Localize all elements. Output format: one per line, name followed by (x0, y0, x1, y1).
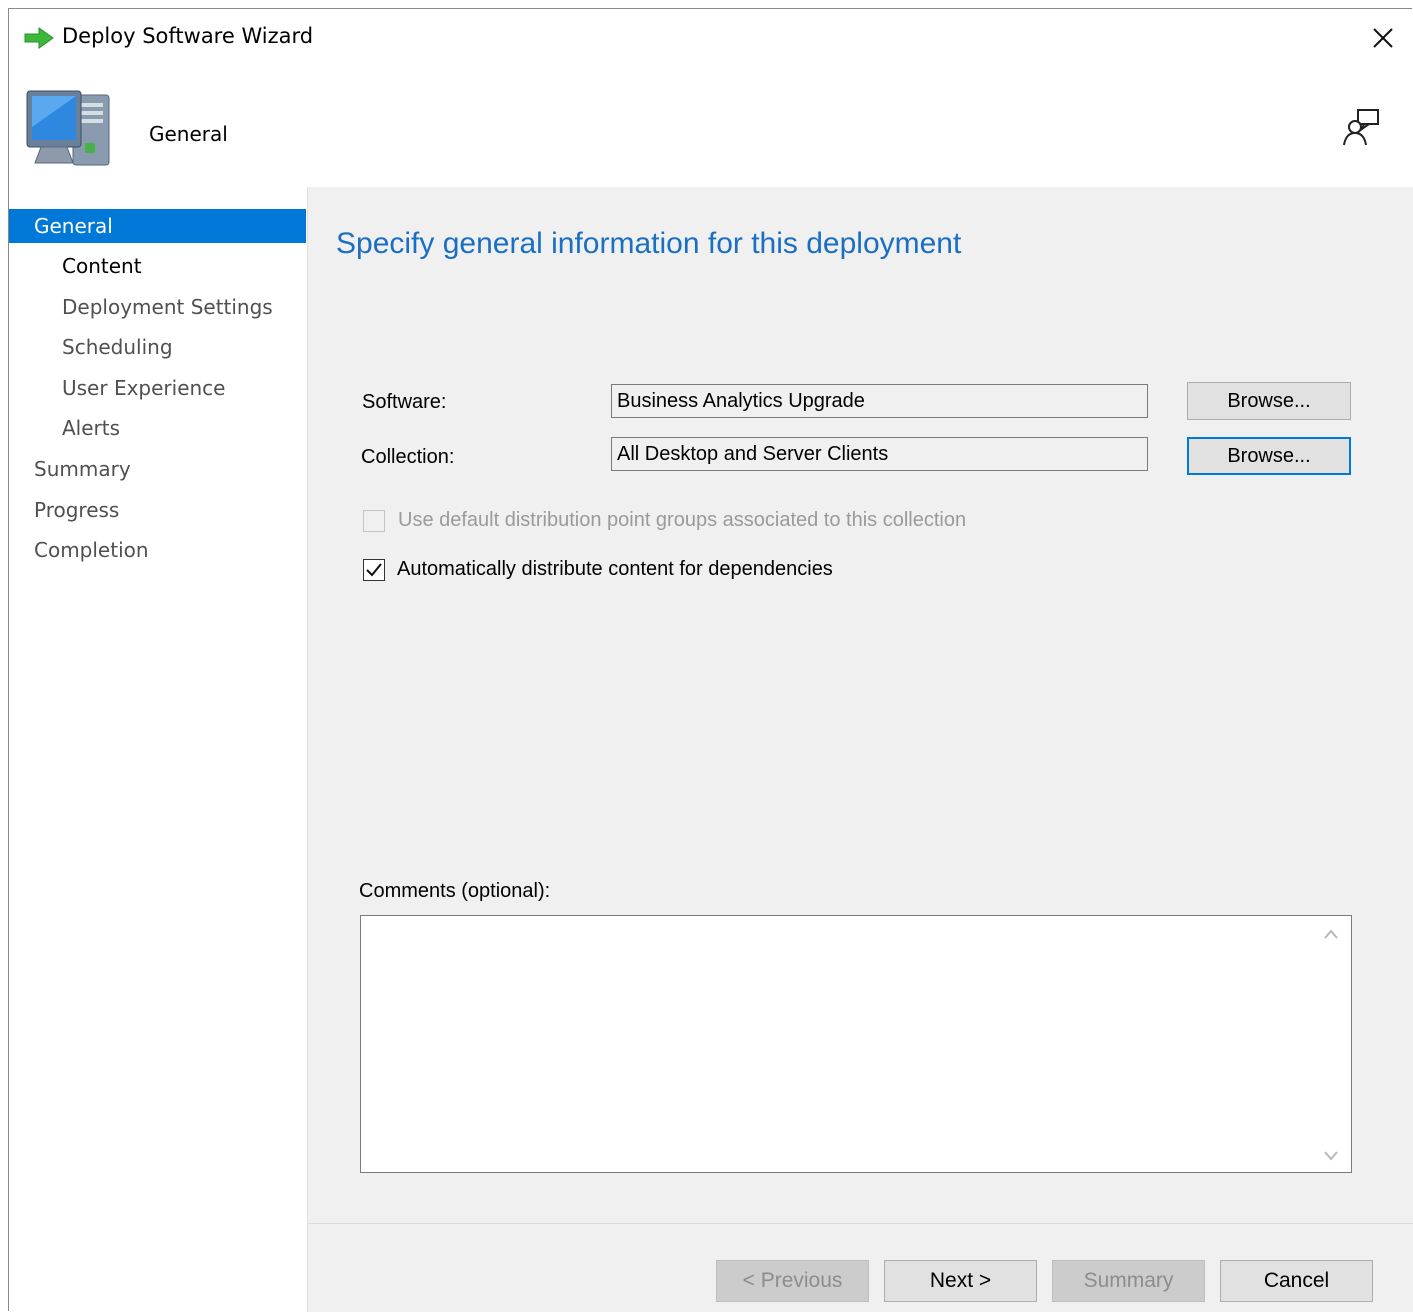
use-default-dp-checkbox (363, 510, 385, 532)
nav-item-label: Progress (34, 498, 120, 522)
wizard-header: General (9, 67, 1412, 187)
auto-distribute-checkbox[interactable] (363, 559, 385, 581)
nav-item-general[interactable]: General (9, 209, 306, 243)
software-browse-button[interactable]: Browse... (1187, 382, 1351, 420)
nav-item-label: User Experience (62, 376, 226, 400)
collection-field[interactable]: All Desktop and Server Clients (611, 437, 1148, 471)
wizard-window: Deploy Software Wizard General General C… (8, 8, 1413, 1312)
previous-button[interactable]: < Previous (716, 1260, 869, 1302)
nav-item-label: Deployment Settings (62, 295, 273, 319)
main-heading: Specify general information for this dep… (336, 227, 962, 260)
software-field[interactable]: Business Analytics Upgrade (611, 384, 1148, 418)
nav-item-label: Alerts (62, 416, 121, 440)
comments-textarea[interactable] (360, 915, 1352, 1173)
nav-item-alerts[interactable]: Alerts (62, 411, 120, 445)
nav-item-progress[interactable]: Progress (34, 493, 119, 527)
page-title: General (149, 122, 228, 146)
green-arrow-icon (24, 27, 54, 49)
nav-item-content[interactable]: Content (62, 249, 142, 283)
title-bar: Deploy Software Wizard (9, 9, 1412, 67)
wizard-nav: General Content Deployment Settings Sche… (9, 187, 307, 1312)
nav-item-scheduling[interactable]: Scheduling (62, 330, 173, 364)
auto-distribute-label[interactable]: Automatically distribute content for dep… (397, 558, 833, 581)
scroll-down-icon[interactable] (1323, 1150, 1339, 1162)
computer-icon (26, 90, 110, 166)
window-title: Deploy Software Wizard (62, 24, 314, 48)
nav-item-summary[interactable]: Summary (34, 452, 131, 486)
collection-browse-button[interactable]: Browse... (1187, 437, 1351, 475)
main-panel: Specify general information for this dep… (307, 187, 1413, 1312)
nav-item-user-experience[interactable]: User Experience (62, 371, 225, 405)
nav-item-label: Summary (34, 457, 131, 481)
feedback-icon[interactable] (1342, 107, 1382, 147)
nav-item-label: General (34, 214, 113, 238)
summary-button[interactable]: Summary (1052, 1260, 1205, 1302)
cancel-button[interactable]: Cancel (1220, 1260, 1373, 1302)
comments-label: Comments (optional): (359, 880, 551, 902)
scroll-up-icon[interactable] (1323, 928, 1339, 940)
nav-item-deployment-settings[interactable]: Deployment Settings (62, 290, 273, 324)
use-default-dp-label: Use default distribution point groups as… (398, 509, 967, 531)
software-label: Software: (362, 391, 447, 413)
nav-item-label: Content (62, 254, 142, 278)
nav-item-label: Completion (34, 538, 149, 562)
collection-label: Collection: (361, 446, 455, 468)
next-button[interactable]: Next > (884, 1260, 1037, 1302)
nav-item-label: Scheduling (62, 335, 173, 359)
close-icon[interactable] (1366, 21, 1400, 55)
nav-item-completion[interactable]: Completion (34, 533, 149, 567)
footer-divider (308, 1223, 1413, 1224)
checkmark-icon (366, 563, 382, 577)
